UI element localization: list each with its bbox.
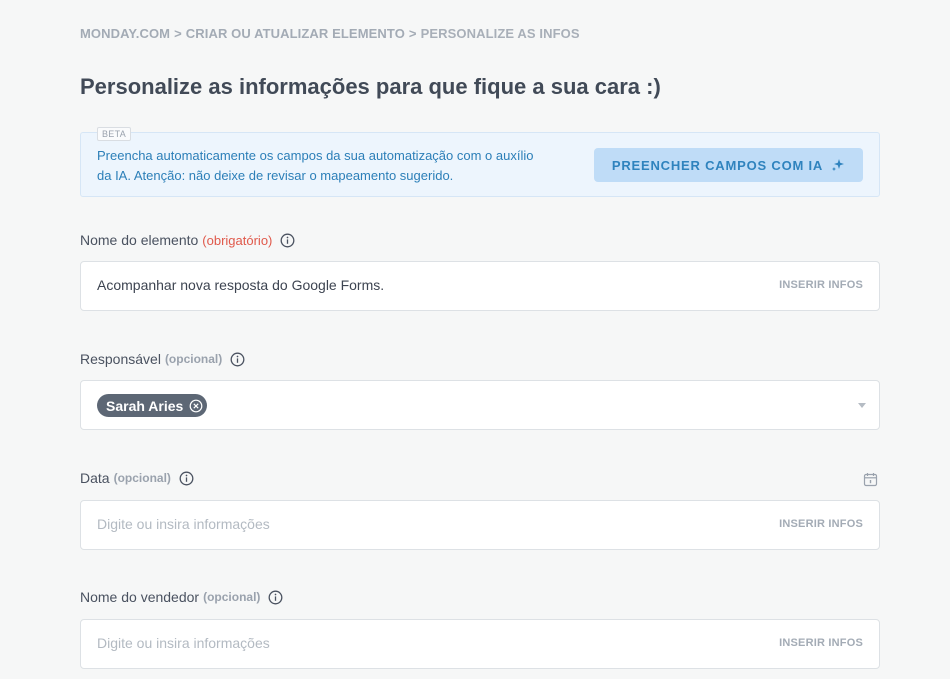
date-field[interactable]: Digite ou insira informações INSERIR INF… [80, 500, 880, 550]
breadcrumb-item-create-update[interactable]: CRIAR OU ATUALIZAR ELEMENTO [186, 26, 405, 41]
info-icon[interactable] [268, 590, 283, 605]
remove-chip-icon[interactable] [189, 399, 203, 413]
optional-qualifier: (opcional) [164, 352, 223, 366]
insert-info-button[interactable]: INSERIR INFOS [779, 637, 863, 649]
seller-name-placeholder[interactable]: Digite ou insira informações [97, 635, 270, 651]
date-label: Data (opcional) [80, 470, 194, 486]
optional-qualifier: (opcional) [203, 590, 261, 604]
ai-banner-text: Preencha automaticamente os campos da su… [97, 148, 534, 183]
calendar-icon[interactable] [863, 472, 878, 487]
seller-name-field[interactable]: Digite ou insira informações INSERIR INF… [80, 619, 880, 669]
element-name-label-text: Nome do elemento [80, 232, 199, 248]
chip-label: Sarah Aries [106, 397, 184, 414]
page-title: Personalize as informações para que fiqu… [80, 74, 661, 99]
insert-info-button[interactable]: INSERIR INFOS [779, 518, 863, 530]
element-name-field[interactable]: Acompanhar nova resposta do Google Forms… [80, 261, 880, 311]
breadcrumb-item-current: PERSONALIZE AS INFOS [420, 26, 580, 41]
info-icon[interactable] [230, 352, 245, 367]
fill-fields-with-ai-button[interactable]: PREENCHER CAMPOS COM IA [594, 148, 863, 182]
date-placeholder[interactable]: Digite ou insira informações [97, 516, 270, 532]
ai-fill-banner: BETA Preencha automaticamente os campos … [80, 127, 880, 197]
breadcrumb-item-monday[interactable]: MONDAY.COM [80, 26, 170, 41]
beta-badge: BETA [97, 127, 132, 141]
info-icon[interactable] [179, 471, 194, 486]
breadcrumb-separator: > [408, 26, 417, 41]
sparkles-icon [831, 158, 845, 172]
seller-name-label: Nome do vendedor (opcional) [80, 589, 283, 605]
element-name-label: Nome do elemento (obrigatório) [80, 232, 295, 248]
responsible-label-text: Responsável [80, 351, 161, 367]
required-qualifier: (obrigatório) [202, 232, 273, 248]
selected-user-chip: Sarah Aries [97, 394, 208, 417]
breadcrumb-separator: > [174, 26, 182, 41]
responsible-label: Responsável (opcional) [80, 351, 245, 367]
ai-button-label: PREENCHER CAMPOS COM IA [611, 157, 824, 173]
chevron-down-icon[interactable] [858, 403, 866, 408]
responsible-select[interactable]: Sarah Aries [80, 380, 880, 430]
seller-name-label-text: Nome do vendedor [80, 589, 200, 605]
insert-info-button[interactable]: INSERIR INFOS [779, 279, 863, 291]
breadcrumb: MONDAY.COM > CRIAR OU ATUALIZAR ELEMENTO > P… [80, 26, 580, 41]
info-icon[interactable] [280, 233, 295, 248]
element-name-value[interactable]: Acompanhar nova resposta do Google Forms… [97, 277, 384, 293]
optional-qualifier: (opcional) [113, 471, 171, 485]
date-label-text: Data [80, 470, 110, 486]
